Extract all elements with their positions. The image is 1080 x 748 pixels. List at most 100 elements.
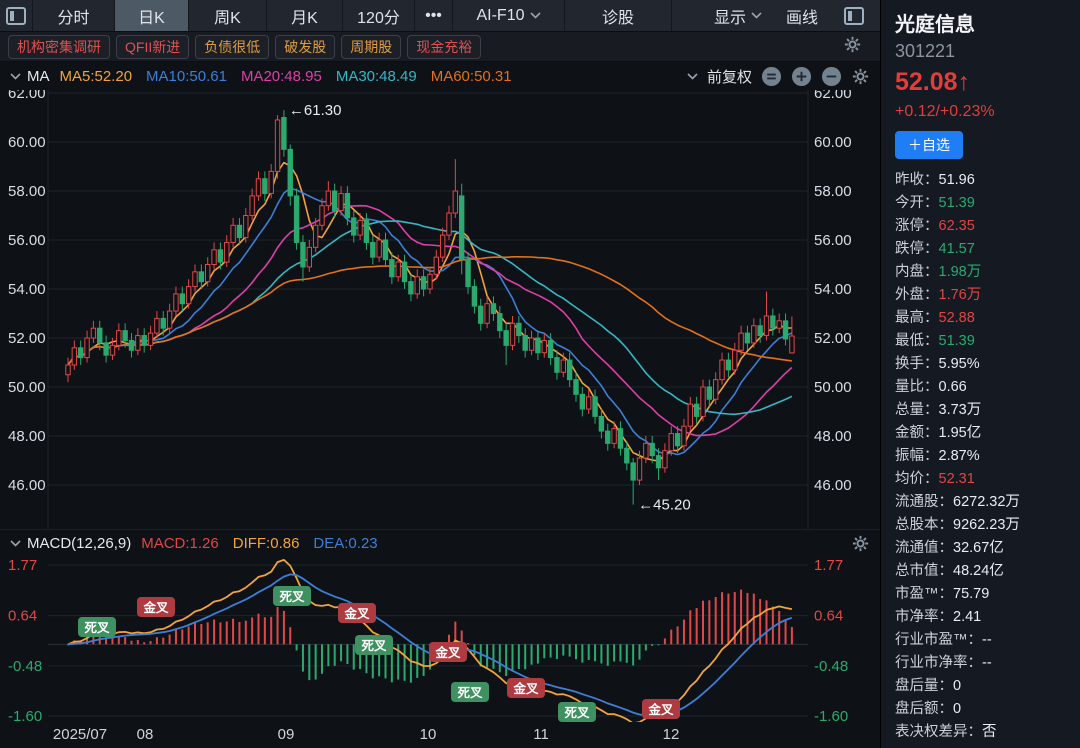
tab-ai-f10[interactable]: AI-F10 (453, 0, 565, 31)
svg-text:54.00: 54.00 (814, 281, 852, 298)
gold-cross-badge: 金叉 (137, 597, 175, 617)
right-panel-toggle-button[interactable] (830, 0, 880, 31)
svg-text:死叉: 死叉 (278, 590, 305, 604)
collapse-chevron-icon[interactable] (10, 73, 21, 80)
gold-cross-badge: 金叉 (642, 699, 680, 719)
candlestick-chart[interactable]: 62.0062.0060.0060.0058.0058.0056.0056.00… (0, 90, 880, 530)
zoom-reset-button[interactable] (761, 66, 782, 87)
field-label: 总市值： (895, 563, 953, 579)
quote-field-row: 流通值：32.67亿 (895, 537, 1080, 560)
chevron-down-icon[interactable] (687, 73, 698, 80)
adjust-mode-selector[interactable]: 前复权 (707, 66, 752, 87)
chevron-down-icon (530, 12, 541, 19)
death-cross-badge: 死叉 (273, 586, 311, 606)
field-value: 75.79 (953, 586, 989, 602)
quote-field-row: 内盘：1.98万 (895, 261, 1080, 284)
quote-fields: 昨收：51.96今开：51.39涨停：62.35跌停：41.57内盘：1.98万… (895, 169, 1080, 744)
display-menu-button[interactable]: 显示 (702, 0, 774, 31)
collapse-chevron-icon[interactable] (10, 540, 21, 547)
stock-code: 301221 (895, 41, 1080, 62)
stock-name: 光庭信息 (895, 8, 1080, 37)
tab-label: 120分 (357, 4, 400, 28)
panel-toggle-icon (842, 4, 866, 28)
svg-text:50.00: 50.00 (8, 379, 46, 396)
quote-field-row: 量比：0.66 (895, 376, 1080, 399)
zoom-out-button[interactable] (821, 66, 842, 87)
svg-text:58.00: 58.00 (814, 183, 852, 200)
field-label: 总股本： (895, 517, 953, 533)
stock-tag[interactable]: 负债很低 (195, 35, 269, 59)
field-label: 金额： (895, 425, 939, 441)
indicator-value: MA5:52.20 (60, 68, 133, 85)
quote-field-row: 最低：51.39 (895, 330, 1080, 353)
tab-•••[interactable]: ••• (415, 0, 453, 31)
gold-cross-badge: 金叉 (507, 678, 545, 698)
field-value: 2.87% (939, 448, 980, 464)
tab-diagnose[interactable]: 诊股 (565, 0, 672, 31)
indicator-value: MA10:50.61 (146, 68, 227, 85)
toolbar-spacer (672, 0, 702, 31)
zoom-in-button[interactable] (791, 66, 812, 87)
tab-label: 日K (138, 4, 165, 28)
svg-text:50.00: 50.00 (814, 379, 852, 396)
macd-indicator-name: MACD(12,26,9) (27, 535, 131, 552)
tab-月K[interactable]: 月K (267, 0, 343, 31)
draw-label: 画线 (786, 4, 818, 28)
tab-周K[interactable]: 周K (189, 0, 267, 31)
indicator-value: MA60:50.31 (431, 68, 512, 85)
field-label: 行业市净率： (895, 655, 982, 671)
draw-line-button[interactable]: 画线 (774, 0, 830, 31)
field-label: 盘后量： (895, 678, 953, 694)
stock-tag[interactable]: 破发股 (275, 35, 335, 59)
tab-label: ••• (425, 7, 442, 25)
add-watchlist-button[interactable]: ＋自选 (895, 131, 963, 159)
field-value: 2.41 (953, 609, 981, 625)
svg-text:1.77: 1.77 (814, 557, 843, 574)
tab-分时[interactable]: 分时 (33, 0, 115, 31)
sidebar-toggle-button[interactable] (0, 0, 33, 31)
quote-field-row: 行业市净率：-- (895, 652, 1080, 675)
chevron-down-icon (751, 12, 762, 19)
quote-field-row: 金额：1.95亿 (895, 422, 1080, 445)
field-label: 流通值： (895, 540, 953, 556)
time-axis-label: 08 (137, 726, 154, 743)
stock-app-window: 分时日K 周K 月K 120分 ••• AI-F10 诊股 显示 画线 机构密集调研QF… (0, 0, 1080, 748)
stock-tag[interactable]: QFII新进 (116, 35, 189, 59)
tab-日K[interactable]: 日K (115, 0, 189, 31)
quote-field-row: 换手：5.95% (895, 353, 1080, 376)
gear-icon[interactable] (851, 534, 870, 553)
death-cross-badge: 死叉 (451, 682, 489, 702)
gear-icon (843, 35, 862, 54)
tagbar-settings-button[interactable] (843, 35, 862, 59)
stock-tag[interactable]: 现金充裕 (407, 35, 481, 59)
tab-label: 周K (214, 4, 241, 28)
quote-field-row: 均价：52.31 (895, 468, 1080, 491)
macd-chart[interactable]: 1.771.770.640.64-0.48-0.48-1.60-1.60死叉金叉… (0, 556, 880, 722)
field-value: 41.57 (939, 241, 975, 257)
tab-120分[interactable]: 120分 (343, 0, 415, 31)
field-label: 内盘： (895, 264, 939, 280)
top-toolbar: 分时日K 周K 月K 120分 ••• AI-F10 诊股 显示 画线 (0, 0, 880, 32)
field-label: 昨收： (895, 172, 939, 188)
stock-tag[interactable]: 周期股 (341, 35, 401, 59)
gear-icon[interactable] (851, 67, 870, 86)
svg-text:金叉: 金叉 (434, 645, 461, 660)
tag-list: 机构密集调研QFII新进负债很低破发股周期股现金充裕 (8, 35, 487, 59)
svg-text:←61.30: ←61.30 (289, 102, 342, 119)
stock-tag[interactable]: 机构密集调研 (8, 35, 110, 59)
quote-field-row: 涨停：62.35 (895, 215, 1080, 238)
field-label: 最低： (895, 333, 939, 349)
quote-field-row: 外盘：1.76万 (895, 284, 1080, 307)
macd-pane-header: MACD(12,26,9) MACD:1.26DIFF:0.86DEA:0.23 (0, 529, 880, 557)
field-label: 振幅： (895, 448, 939, 464)
macd-values: MACD:1.26DIFF:0.86DEA:0.23 (141, 535, 391, 552)
svg-text:-1.60: -1.60 (814, 708, 848, 722)
field-label: 行业市盈™： (895, 632, 982, 648)
quote-sidebar: 光庭信息 301221 52.08↑ +0.12/+0.23% ＋自选 昨收：5… (880, 0, 1080, 748)
svg-text:46.00: 46.00 (8, 477, 46, 494)
field-value: 1.95亿 (939, 425, 982, 441)
indicator-value: MA30:48.49 (336, 68, 417, 85)
svg-text:死叉: 死叉 (360, 639, 387, 653)
svg-text:-0.48: -0.48 (8, 658, 42, 675)
field-value: 48.24亿 (953, 563, 1004, 579)
